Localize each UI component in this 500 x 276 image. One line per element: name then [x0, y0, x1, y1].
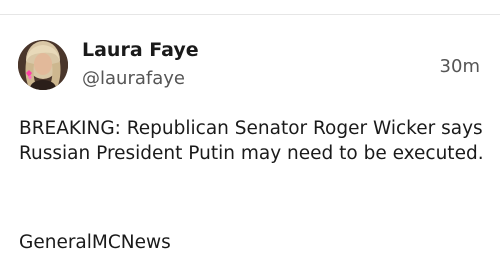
post-card[interactable]: Laura Faye @laurafaye 30m BREAKING: Repu…	[0, 15, 500, 276]
post-timestamp[interactable]: 30m	[440, 56, 480, 78]
author-block[interactable]: Laura Faye @laurafaye	[82, 38, 199, 90]
avatar[interactable]	[18, 40, 68, 90]
avatar-image	[18, 40, 68, 90]
post-source: GeneralMCNews	[19, 232, 171, 253]
post-text: BREAKING: Republican Senator Roger Wicke…	[19, 118, 484, 164]
author-handle[interactable]: @laurafaye	[82, 68, 199, 90]
author-display-name[interactable]: Laura Faye	[82, 38, 199, 62]
